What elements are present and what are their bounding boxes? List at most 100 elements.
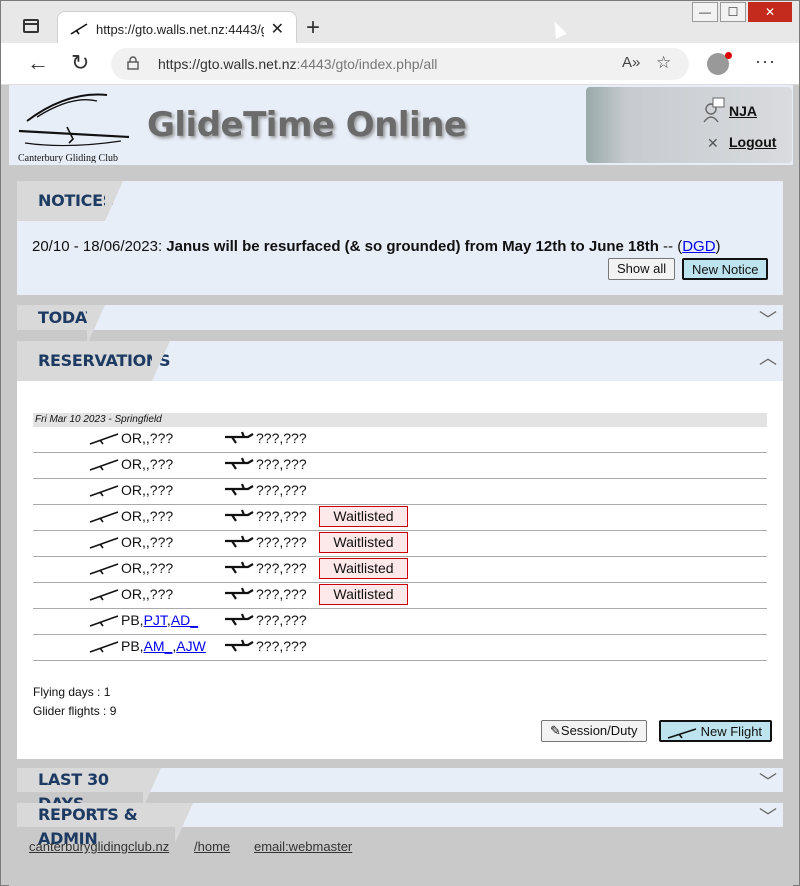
- new-flight-label: New Flight: [700, 724, 763, 739]
- url-host: https://gto.walls.net.nz: [158, 56, 297, 72]
- crew-text: OR,,???: [121, 534, 174, 550]
- browser-menu-button[interactable]: ···: [755, 51, 776, 72]
- tab-title: https://gto.walls.net.nz:4443/gto/i: [96, 22, 264, 37]
- back-button[interactable]: ←: [27, 51, 49, 75]
- crew-text: OR,,???: [121, 430, 174, 446]
- notice-text: Janus will be resurfaced (& so grounded)…: [166, 238, 659, 255]
- reservations-heading: RESERVATIONS: [17, 341, 171, 381]
- logout-link[interactable]: Logout: [729, 134, 776, 150]
- glider-icon: [667, 727, 697, 739]
- flying-days: Flying days : 1: [33, 685, 111, 699]
- window-icon[interactable]: [23, 19, 39, 33]
- close-button[interactable]: ✕: [748, 2, 792, 22]
- towplane-icon: [225, 431, 254, 444]
- towplane-icon: [225, 535, 254, 548]
- browser-tab[interactable]: https://gto.walls.net.nz:4443/gto/i ✕: [57, 11, 297, 45]
- crew-text: OR,,???: [121, 560, 174, 576]
- chevron-down-icon[interactable]: ﹀: [759, 306, 777, 332]
- new-notice-button[interactable]: New Notice: [682, 258, 769, 280]
- tow-text: ???,???: [256, 560, 307, 576]
- mouse-cursor-icon: [549, 19, 567, 39]
- towplane-icon: [225, 639, 254, 652]
- waitlisted-badge: Waitlisted: [319, 558, 408, 579]
- new-flight-button[interactable]: New Flight: [659, 720, 773, 742]
- chevron-up-icon[interactable]: ︿: [759, 344, 777, 370]
- site-header: Canterbury Gliding Club GlideTime Online…: [9, 85, 793, 165]
- reload-button[interactable]: ↻: [71, 51, 89, 75]
- session-duty-label: Session/Duty: [560, 723, 638, 738]
- chevron-down-icon[interactable]: ﹀: [759, 768, 777, 794]
- home-link[interactable]: /home: [194, 839, 230, 854]
- session-duty-button[interactable]: ✎Session/Duty: [541, 720, 647, 742]
- club-website-link[interactable]: canterburyglidingclub.nz: [29, 839, 169, 854]
- reservation-row: PB,AM_,AJW???,???: [33, 635, 767, 661]
- title-bar: https://gto.walls.net.nz:4443/gto/i ✕ + …: [1, 1, 799, 45]
- crew-prefix: PB,: [121, 612, 144, 628]
- today-heading: TODAY: [17, 305, 105, 345]
- towplane-icon: [225, 483, 254, 496]
- maximize-button[interactable]: ☐: [720, 2, 746, 22]
- reservation-row: OR,,??????,???: [33, 453, 767, 479]
- notices-heading: NOTICES: [17, 181, 123, 221]
- towplane-icon: [225, 587, 254, 600]
- towplane-icon: [225, 509, 254, 522]
- favorite-icon[interactable]: ☆: [656, 53, 671, 73]
- crew-link[interactable]: AJW: [176, 638, 206, 654]
- browser-window: https://gto.walls.net.nz:4443/gto/i ✕ + …: [0, 0, 800, 886]
- notice-item: 20/10 - 18/06/2023: Janus will be resurf…: [32, 238, 721, 255]
- read-aloud-icon[interactable]: A»: [622, 54, 640, 71]
- tow-text: ???,???: [256, 586, 307, 602]
- profile-icon[interactable]: [707, 52, 732, 75]
- new-tab-button[interactable]: +: [306, 16, 320, 40]
- reports-admin-panel[interactable]: REPORTS & ADMIN ﹀: [17, 803, 783, 848]
- crew-text: PB,AM_,AJW: [121, 638, 206, 654]
- crew-text: OR,,???: [121, 456, 174, 472]
- page-content: Canterbury Gliding Club GlideTime Online…: [9, 85, 793, 886]
- crew-link[interactable]: AD_: [171, 612, 198, 628]
- club-logo: Canterbury Gliding Club: [18, 93, 129, 163]
- club-name: Canterbury Gliding Club: [18, 153, 118, 163]
- reservation-row: OR,,??????,???: [33, 479, 767, 505]
- tow-text: ???,???: [256, 482, 307, 498]
- waitlisted-badge: Waitlisted: [319, 532, 408, 553]
- close-icon: ✕: [707, 135, 719, 151]
- notice-author-link[interactable]: DGD: [682, 238, 715, 255]
- reservations-header[interactable]: RESERVATIONS ︿: [17, 341, 783, 381]
- reports-admin-heading: REPORTS & ADMIN: [17, 803, 193, 848]
- reservation-row: OR,,??????,??? Waitlisted: [33, 505, 767, 531]
- email-webmaster-link[interactable]: email:webmaster: [254, 839, 352, 854]
- tow-text: ???,???: [256, 456, 307, 472]
- towplane-icon: [225, 561, 254, 574]
- reservation-row: OR,,??????,???: [33, 427, 767, 453]
- glider-icon: [89, 589, 119, 601]
- tow-text: ???,???: [256, 534, 307, 550]
- crew-text: OR,,???: [121, 482, 174, 498]
- crew-prefix: PB,: [121, 638, 144, 654]
- waitlisted-badge: Waitlisted: [319, 506, 408, 527]
- glider-icon: [89, 563, 119, 575]
- address-row: ← ↻ https://gto.walls.net.nz:4443/gto/in…: [1, 43, 799, 85]
- minimize-button[interactable]: —: [692, 2, 718, 22]
- last-30-days-panel[interactable]: LAST 30 DAYS ﹀: [17, 768, 783, 813]
- address-bar[interactable]: https://gto.walls.net.nz:4443/gto/index.…: [111, 48, 689, 80]
- crew-text: PB,PJT,AD_: [121, 612, 198, 628]
- pencil-icon: ✎: [550, 723, 561, 738]
- user-icon: [703, 97, 725, 123]
- show-all-button[interactable]: Show all: [608, 258, 676, 280]
- reservation-row: OR,,??????,??? Waitlisted: [33, 583, 767, 609]
- notice-date: 20/10 - 18/06/2023:: [32, 238, 163, 255]
- user-link[interactable]: NJA: [729, 103, 757, 119]
- reservation-row: OR,,??????,??? Waitlisted: [33, 531, 767, 557]
- tow-text: ???,???: [256, 508, 307, 524]
- crew-link[interactable]: AM_: [144, 638, 173, 654]
- tab-close-icon[interactable]: ✕: [271, 19, 284, 39]
- towplane-icon: [225, 613, 254, 626]
- header-logbook-image: [586, 87, 792, 163]
- chevron-down-icon[interactable]: ﹀: [759, 803, 777, 829]
- crew-link[interactable]: PJT: [144, 612, 167, 628]
- towplane-icon: [225, 457, 254, 470]
- glider-icon: [89, 537, 119, 549]
- url-text[interactable]: https://gto.walls.net.nz:4443/gto/index.…: [158, 56, 437, 72]
- tow-text: ???,???: [256, 638, 307, 654]
- today-panel[interactable]: TODAY ﹀: [17, 305, 783, 345]
